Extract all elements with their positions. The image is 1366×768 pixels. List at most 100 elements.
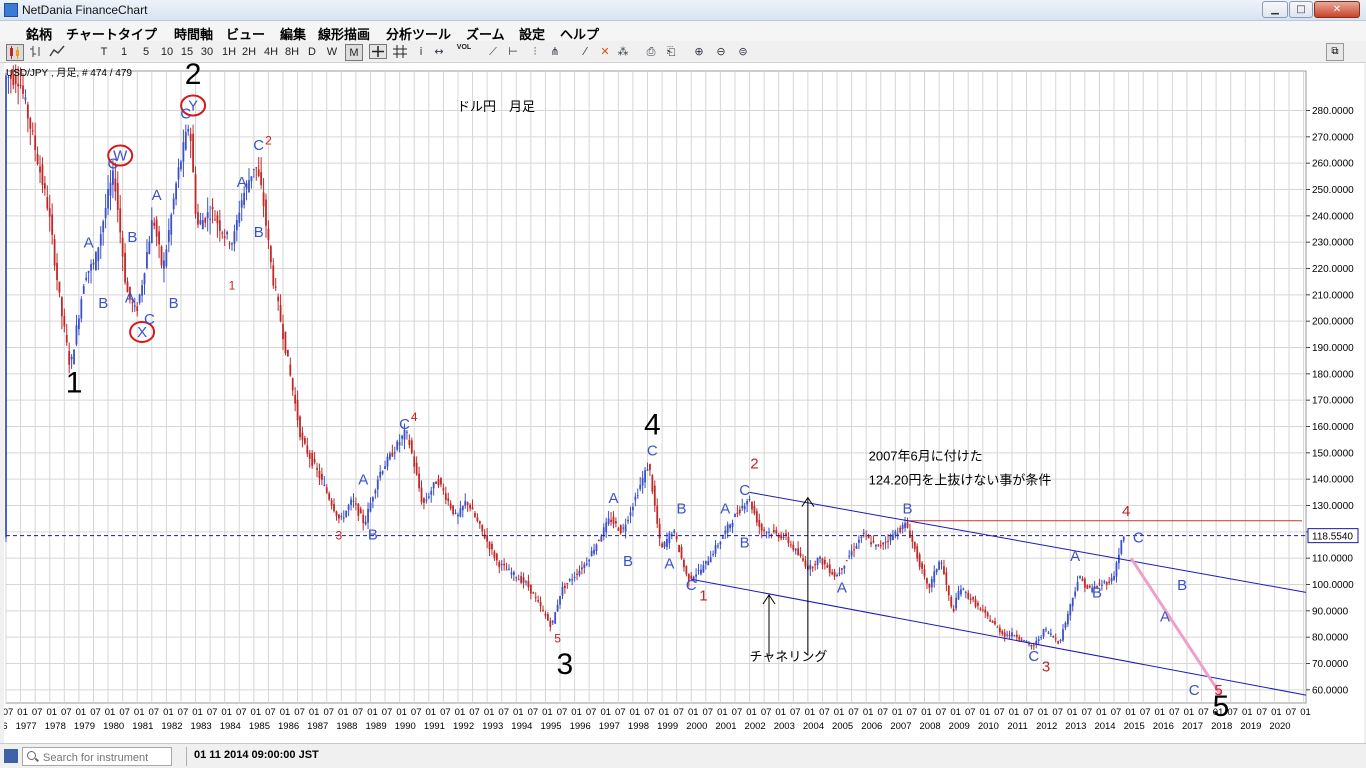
info-icon[interactable]: i xyxy=(414,45,428,59)
x-month-label: 07 xyxy=(1111,707,1122,718)
period-button-4h[interactable]: 4H xyxy=(262,44,280,61)
minimize-button[interactable]: ▁ xyxy=(1262,1,1288,18)
pen-icon[interactable]: ⁄ xyxy=(578,45,592,59)
delete-drawing-icon[interactable]: ✕ xyxy=(598,45,612,59)
netdania-icon xyxy=(4,749,18,763)
candle-body xyxy=(595,544,598,551)
candle-body xyxy=(107,189,109,209)
x-month-label: 01 xyxy=(921,707,932,718)
period-button-1h[interactable]: 1H xyxy=(220,44,238,61)
candle xyxy=(345,510,348,518)
candle-body xyxy=(1042,629,1045,637)
candle-body xyxy=(153,222,156,226)
crosshair-button[interactable] xyxy=(368,44,388,61)
title-bar[interactable]: NetDania FinanceChart ▁ □ ✕ xyxy=(0,0,1366,21)
grid-button[interactable] xyxy=(392,44,408,61)
candle-body xyxy=(376,479,379,490)
panel-toggle-icon[interactable]: ⧉ xyxy=(1326,43,1344,61)
period-button-1[interactable]: 1 xyxy=(118,44,130,61)
x-month-label: 07 xyxy=(353,707,364,718)
candle-body xyxy=(634,496,637,501)
candle-body xyxy=(444,493,447,500)
candle-body xyxy=(43,183,46,189)
candle-body xyxy=(668,533,671,543)
candle-body xyxy=(918,554,921,568)
candle-body xyxy=(364,521,367,525)
candle-body xyxy=(393,452,396,454)
period-button-m[interactable]: M xyxy=(345,44,363,61)
candle-body xyxy=(838,572,841,574)
candle-body xyxy=(870,542,872,545)
candle-body xyxy=(5,75,7,538)
x-month-label: 07 xyxy=(382,707,393,718)
candle-body xyxy=(367,508,369,523)
candle-body xyxy=(1025,640,1028,642)
candle-body xyxy=(226,231,229,235)
wave-label: C xyxy=(253,137,264,154)
candle-body xyxy=(65,334,68,343)
volume-button[interactable]: VOL xyxy=(455,44,473,61)
search-input[interactable] xyxy=(22,747,172,766)
period-button-15[interactable]: 15 xyxy=(178,44,196,61)
candle-body xyxy=(214,219,216,221)
candle-body xyxy=(882,542,885,545)
wave-label: B xyxy=(677,500,687,517)
candle-body xyxy=(167,230,170,242)
candle-body xyxy=(325,487,328,493)
period-button-8h[interactable]: 8H xyxy=(283,44,301,61)
candle-body xyxy=(398,442,401,446)
candle xyxy=(1120,539,1123,556)
zoom-out-icon[interactable]: ⊖ xyxy=(714,45,728,59)
zoom-in-icon[interactable]: ⊕ xyxy=(692,45,706,59)
delete-all-icon[interactable]: ⁂ xyxy=(616,45,630,59)
candle-body xyxy=(821,558,824,565)
scale-arrows-icon[interactable]: ↔ xyxy=(432,45,446,59)
period-button-10[interactable]: 10 xyxy=(158,44,176,61)
candle-body xyxy=(160,246,163,266)
zoom-reset-icon[interactable]: ⊜ xyxy=(736,45,750,59)
candlestick-chart-button[interactable] xyxy=(6,44,24,61)
candle-body xyxy=(401,435,403,439)
print-icon[interactable]: ⎙ xyxy=(644,45,658,59)
candle-body xyxy=(301,432,304,440)
candle-body xyxy=(816,558,819,565)
candle-body xyxy=(789,544,792,546)
close-button[interactable]: ✕ xyxy=(1314,1,1360,18)
candle-body xyxy=(947,585,950,596)
x-month-label: 07 xyxy=(703,707,714,718)
price-chart[interactable]: 60.0000 70.0000 80.0000 90.0000 100.0000 110.… xyxy=(0,58,1364,743)
x-month-label: 07 xyxy=(586,707,597,718)
period-button-d[interactable]: D xyxy=(305,44,319,61)
candle-body xyxy=(794,548,797,551)
chart-note: 124.20円を上抜けない事が条件 xyxy=(869,472,1052,487)
candle-body xyxy=(534,596,537,598)
candle-body xyxy=(653,485,656,506)
line-chart-button[interactable] xyxy=(48,44,66,61)
y-tick-label: 240.0000 xyxy=(1312,211,1354,222)
pitchfork-icon[interactable]: ⋔ xyxy=(548,45,562,59)
candle-body xyxy=(632,506,634,511)
period-button-w[interactable]: W xyxy=(325,44,339,61)
x-year-label: 1995 xyxy=(540,721,561,732)
current-price-label: 118.5540 xyxy=(1312,532,1353,543)
period-button-t[interactable]: T xyxy=(98,44,110,61)
candle-body xyxy=(782,536,785,538)
chart-area[interactable]: 60.0000 70.0000 80.0000 90.0000 100.0000 110.… xyxy=(0,58,1364,743)
x-month-label: 01 xyxy=(163,707,174,718)
fibonacci-icon[interactable]: ⫶ xyxy=(528,45,542,59)
candle-body xyxy=(31,130,34,132)
horizontal-line-icon[interactable]: ⊢ xyxy=(506,45,520,59)
candle-body xyxy=(260,172,263,186)
period-button-30[interactable]: 30 xyxy=(198,44,216,61)
candle-body xyxy=(262,192,265,207)
trend-line-icon[interactable]: ⟋ xyxy=(486,45,500,59)
candle-body xyxy=(231,243,233,245)
period-button-5[interactable]: 5 xyxy=(140,44,152,61)
print-preview-icon[interactable]: ⎗ xyxy=(664,45,678,59)
x-month-label: 01 xyxy=(134,707,145,718)
status-divider xyxy=(186,747,187,766)
maximize-button[interactable]: □ xyxy=(1289,1,1313,18)
y-tick-label: 100.0000 xyxy=(1312,580,1354,591)
ohlc-bar-button[interactable] xyxy=(27,44,45,61)
period-button-2h[interactable]: 2H xyxy=(240,44,258,61)
